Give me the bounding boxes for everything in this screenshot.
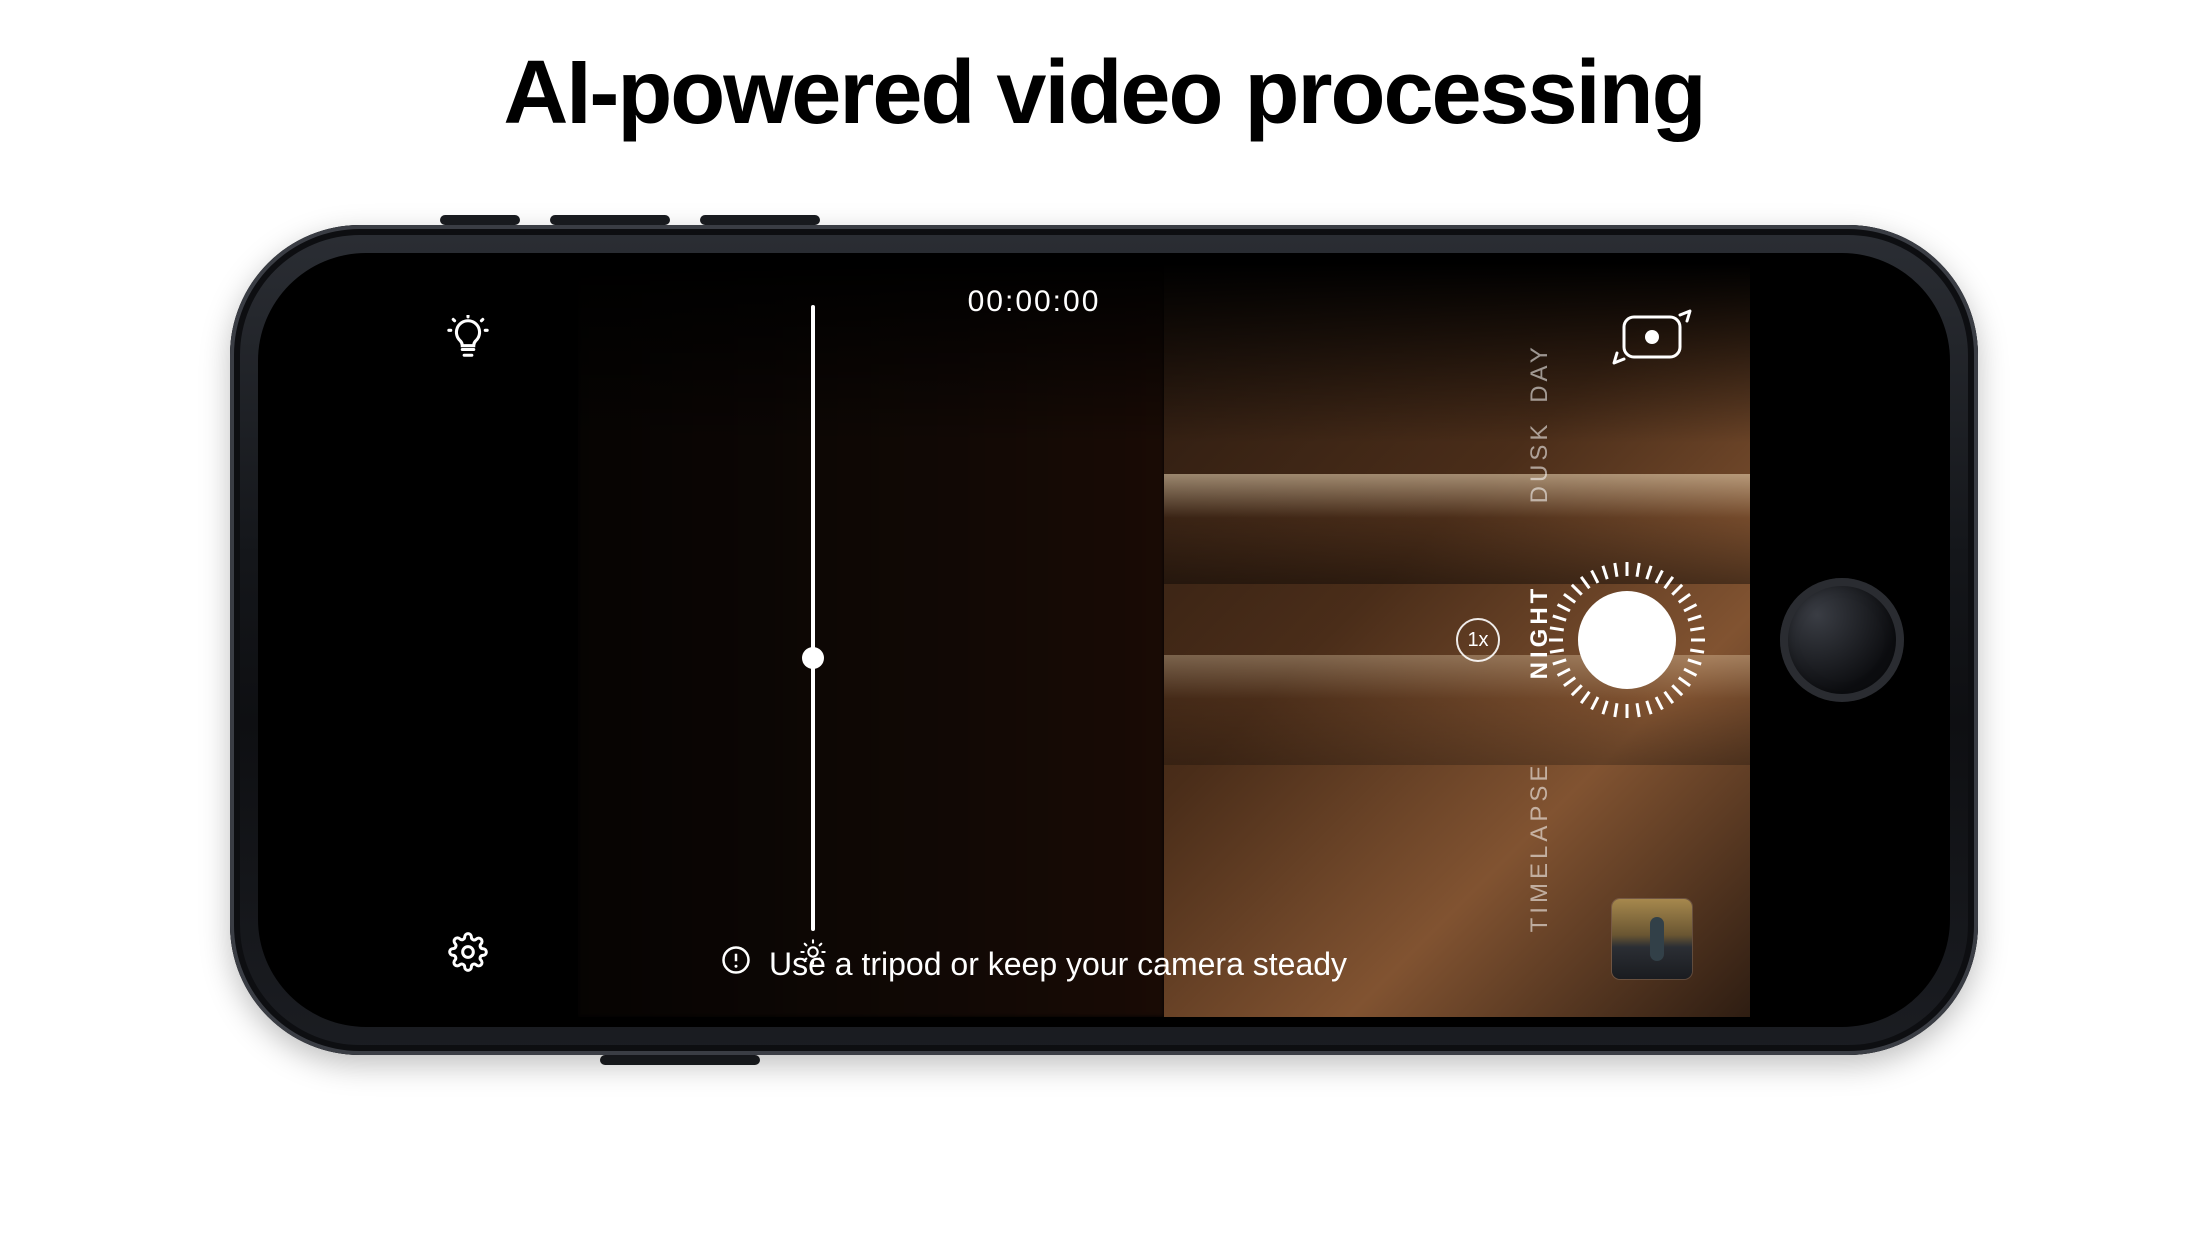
steady-tip: Use a tripod or keep your camera steady	[578, 945, 1490, 983]
left-control-column	[368, 263, 568, 1017]
gallery-thumbnail[interactable]	[1612, 899, 1692, 979]
shutter-core	[1578, 591, 1676, 689]
lightbulb-icon[interactable]	[445, 315, 491, 366]
steady-tip-text: Use a tripod or keep your camera steady	[769, 946, 1347, 983]
exposure-slider-handle[interactable]	[802, 647, 824, 669]
phone-bezel: 00:00:00	[258, 253, 1950, 1027]
mode-dusk[interactable]: DUSK	[1526, 421, 1554, 504]
exposure-slider[interactable]	[808, 305, 818, 971]
camera-viewfinder[interactable]: 00:00:00	[578, 263, 1750, 1017]
phone-volume-up	[550, 215, 670, 225]
settings-button[interactable]	[448, 932, 488, 977]
recording-timer: 00:00:00	[578, 285, 1490, 319]
phone-home-button	[1780, 578, 1904, 702]
mode-timelapse[interactable]: TIMELAPSE	[1526, 762, 1554, 933]
phone-device-frame: 00:00:00	[230, 225, 1978, 1055]
warning-icon	[721, 945, 751, 983]
marketing-headline: AI-powered video processing	[0, 42, 2208, 145]
exposure-slider-track	[811, 305, 815, 931]
camera-app-screen: 00:00:00	[368, 263, 1750, 1017]
switch-camera-button[interactable]	[1612, 305, 1692, 365]
shutter-button[interactable]	[1562, 575, 1692, 705]
phone-body: 00:00:00	[230, 225, 1978, 1055]
phone-volume-down	[700, 215, 820, 225]
phone-mute-switch	[440, 215, 520, 225]
phone-power-button	[600, 1055, 760, 1065]
mode-day[interactable]: DAY	[1526, 343, 1554, 403]
zoom-button[interactable]: 1x	[1456, 618, 1500, 662]
zoom-label: 1x	[1467, 629, 1488, 652]
